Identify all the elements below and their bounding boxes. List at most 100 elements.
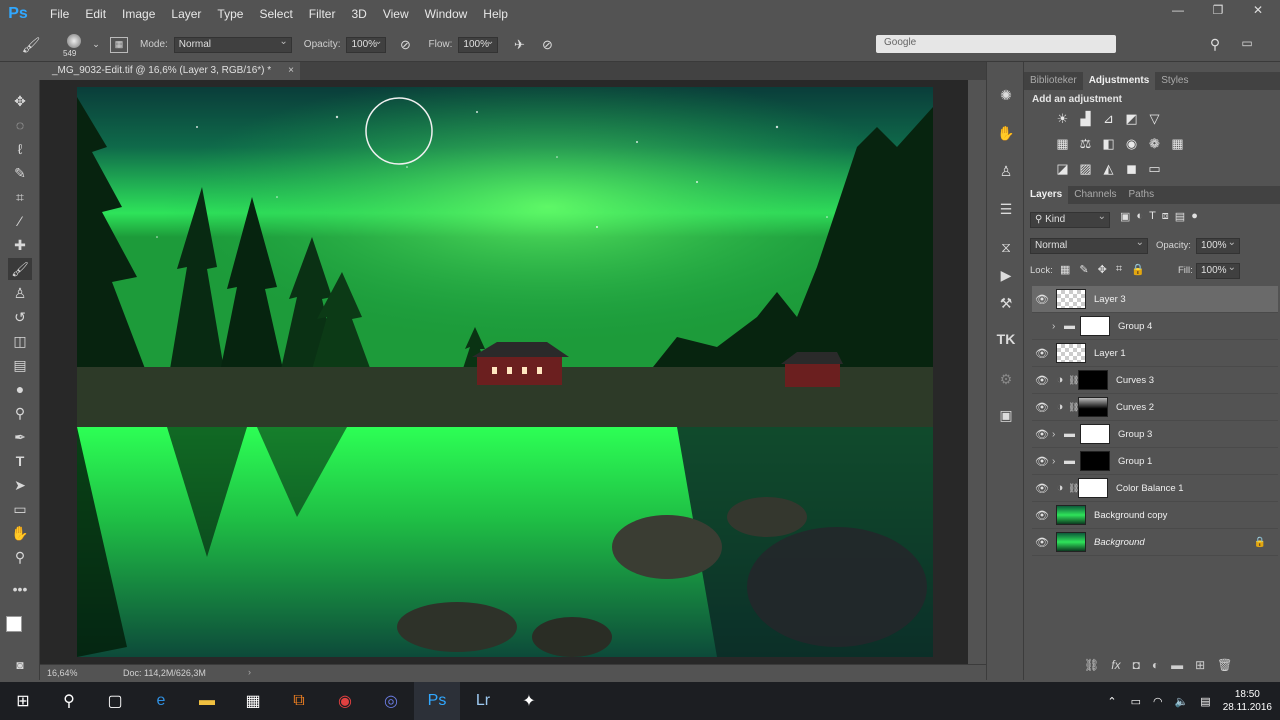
more-tools-icon[interactable]: ••• <box>8 578 32 600</box>
shape-filter-icon[interactable]: ⧈ <box>1162 210 1169 223</box>
quick-mask-icon[interactable]: ◙ <box>8 654 32 676</box>
close-icon[interactable]: × <box>288 62 294 80</box>
lasso-tool-icon[interactable]: ℓ <box>8 138 32 160</box>
wifi-icon[interactable]: ◠ <box>1153 695 1163 708</box>
color-balance-icon[interactable]: ⚖ <box>1077 135 1094 152</box>
layer-row-background[interactable]: 👁 Background 🔒 <box>1032 529 1278 556</box>
lock-icon[interactable]: 🔒 <box>1254 537 1266 548</box>
chevron-right-icon[interactable]: › <box>1052 429 1064 440</box>
edge-browser-icon[interactable]: e <box>138 682 184 720</box>
lock-artboard-icon[interactable]: ⌗ <box>1116 263 1122 276</box>
eye-icon[interactable]: 👁 <box>1032 428 1052 441</box>
photo-filter-icon[interactable]: ◉ <box>1123 135 1140 152</box>
crop-tool-icon[interactable]: ⌗ <box>8 186 32 208</box>
pressure-size-icon[interactable]: ⊘ <box>536 37 558 53</box>
volume-icon[interactable]: 🔈 <box>1175 695 1189 708</box>
black-white-icon[interactable]: ◧ <box>1100 135 1117 152</box>
lock-position-icon[interactable]: ✥ <box>1098 263 1107 276</box>
blur-tool-icon[interactable]: ● <box>8 378 32 400</box>
eye-icon[interactable]: 👁 <box>1032 347 1052 360</box>
layer-filter-kind[interactable]: ⚲ Kind <box>1030 211 1110 228</box>
curves-icon[interactable]: ⊿ <box>1100 110 1117 127</box>
marquee-tool-icon[interactable]: ◌ <box>8 114 32 136</box>
tab-paths[interactable]: Paths <box>1123 186 1161 204</box>
lock-image-icon[interactable]: ✎ <box>1079 263 1088 276</box>
color-lookup-icon[interactable]: ▦ <box>1169 135 1186 152</box>
dodge-tool-icon[interactable]: ⚲ <box>8 402 32 424</box>
history-panel-icon[interactable]: ⧖ <box>995 236 1017 258</box>
layer-row-group-1[interactable]: 👁 › ▬ Group 1 <box>1032 448 1278 475</box>
rectangle-tool-icon[interactable]: ▭ <box>8 498 32 520</box>
pressure-opacity-icon[interactable]: ⊘ <box>394 37 416 53</box>
menu-filter[interactable]: Filter <box>301 0 344 28</box>
vibrance-icon[interactable]: ▽ <box>1146 110 1163 127</box>
levels-icon[interactable]: ▟ <box>1077 110 1094 127</box>
canvas-area[interactable] <box>40 80 968 664</box>
app-o-icon[interactable]: ◎ <box>368 682 414 720</box>
maximize-icon[interactable]: ❐ <box>1198 0 1238 20</box>
hand-tool-icon[interactable]: ✋ <box>8 522 32 544</box>
document-image[interactable] <box>77 87 933 657</box>
zoom-tool-icon[interactable]: ⚲ <box>8 546 32 568</box>
layer-row-group-3[interactable]: 👁 › ▬ Group 3 <box>1032 421 1278 448</box>
menu-window[interactable]: Window <box>417 0 476 28</box>
task-view-icon[interactable]: ▢ <box>92 682 138 720</box>
channel-mixer-icon[interactable]: ❁ <box>1146 135 1163 152</box>
flow-field[interactable]: 100% <box>458 36 499 53</box>
new-adjustment-icon[interactable]: ◐ <box>1152 658 1159 672</box>
eye-icon[interactable]: 👁 <box>1032 401 1052 414</box>
type-filter-icon[interactable]: T <box>1149 210 1156 223</box>
brightness-contrast-icon[interactable]: ☀ <box>1054 110 1071 127</box>
chevron-right-icon[interactable]: › <box>248 667 251 677</box>
stamp-tool-icon[interactable]: ♙ <box>8 282 32 304</box>
threshold-icon[interactable]: ◭ <box>1100 160 1117 177</box>
link-icon[interactable]: ⛓ <box>1068 375 1079 386</box>
app-grid-icon[interactable]: ⧉ <box>276 682 322 720</box>
move-tool-icon[interactable]: ✥ <box>8 90 32 112</box>
layer-row-curves-3[interactable]: 👁 ◑ ⛓ Curves 3 <box>1032 367 1278 394</box>
minimize-icon[interactable]: — <box>1158 0 1198 20</box>
adjustments-panel-icon[interactable]: ✺ <box>995 84 1017 106</box>
layer-row-layer-1[interactable]: 👁 Layer 1 <box>1032 340 1278 367</box>
eye-icon[interactable]: 👁 <box>1032 293 1052 306</box>
chevron-right-icon[interactable]: › <box>1052 456 1064 467</box>
menu-type[interactable]: Type <box>209 0 251 28</box>
tab-biblioteker[interactable]: Biblioteker <box>1024 72 1083 90</box>
history-brush-tool-icon[interactable]: ↺ <box>8 306 32 328</box>
layer-row-group-4[interactable]: □ › ▬ Group 4 <box>1032 313 1278 340</box>
mode-dropdown[interactable]: Normal <box>173 36 292 53</box>
eye-icon[interactable]: 👁 <box>1032 482 1052 495</box>
pen-tool-icon[interactable]: ✒ <box>8 426 32 448</box>
layer-opacity-field[interactable]: 100% <box>1196 237 1240 254</box>
gear-icon[interactable]: ⚙ <box>995 368 1017 390</box>
airbrush-icon[interactable]: ✈ <box>508 37 530 53</box>
lightroom-taskbar-icon[interactable]: Lr <box>460 682 506 720</box>
type-tool-icon[interactable]: T <box>8 450 32 472</box>
layer-row-color-balance-1[interactable]: 👁 ◑ ⛓ Color Balance 1 <box>1032 475 1278 502</box>
brush-tool-icon[interactable]: 🖌 <box>20 36 42 54</box>
link-icon[interactable]: ⛓ <box>1068 402 1079 413</box>
lock-transparency-icon[interactable]: ▦ <box>1060 263 1070 276</box>
hand-panel-icon[interactable]: ✋ <box>995 122 1017 144</box>
fill-field[interactable]: 100% <box>1196 262 1240 279</box>
invert-icon[interactable]: ◪ <box>1054 160 1071 177</box>
tool-presets-icon[interactable]: ⚒ <box>995 292 1017 314</box>
search-icon[interactable]: ⚲ <box>46 682 92 720</box>
app-swirl-icon[interactable]: ✦ <box>506 682 552 720</box>
notification-icon[interactable]: ▤ <box>1200 695 1210 708</box>
chevron-down-icon[interactable]: ⌄ <box>90 39 102 50</box>
photoshop-taskbar-icon[interactable]: Ps <box>414 682 460 720</box>
hue-saturation-icon[interactable]: ▦ <box>1054 135 1071 152</box>
chevron-up-icon[interactable]: ⌃ <box>1107 695 1116 708</box>
close-icon[interactable]: ✕ <box>1238 0 1278 20</box>
eye-icon[interactable]: 👁 <box>1032 536 1052 549</box>
workspace-icon[interactable]: ▭ <box>1238 36 1256 50</box>
menu-3d[interactable]: 3D <box>343 0 374 28</box>
actions-play-icon[interactable]: ▶ <box>995 264 1017 286</box>
tk-panel-icon[interactable]: TK <box>995 328 1017 350</box>
browser-search-input[interactable]: Google <box>876 35 1116 53</box>
pixel-filter-icon[interactable]: ▣ <box>1120 210 1130 223</box>
vertical-scrollbar[interactable] <box>968 80 986 664</box>
menu-layer[interactable]: Layer <box>163 0 209 28</box>
menu-view[interactable]: View <box>375 0 417 28</box>
